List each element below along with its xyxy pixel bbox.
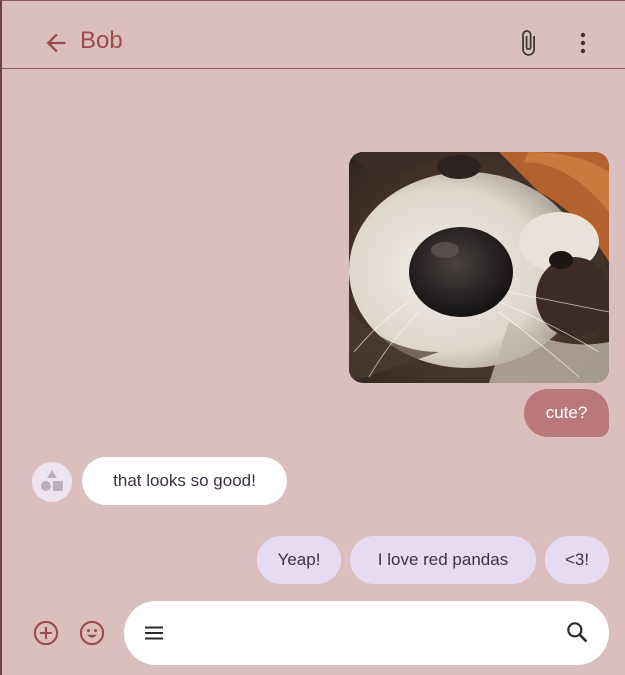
message-bubble-outgoing[interactable]: cute? — [524, 389, 609, 437]
attach-button[interactable] — [514, 29, 542, 57]
paperclip-icon — [522, 30, 535, 56]
message-bubble-outgoing[interactable]: Yeap! — [257, 536, 341, 584]
more-vert-icon — [580, 32, 586, 54]
more-options-button[interactable] — [571, 30, 595, 56]
message-input[interactable] — [124, 601, 609, 665]
emoji-icon — [79, 620, 105, 646]
message-bubble-incoming[interactable]: that looks so good! — [82, 457, 287, 505]
menu-button[interactable] — [142, 621, 166, 645]
sent-photo[interactable] — [349, 152, 609, 383]
avatar — [32, 462, 72, 502]
search-icon — [567, 622, 587, 642]
chat-window: Bob cute? that looks so good! Yeap! I lo… — [0, 0, 625, 675]
contact-name: Bob — [80, 27, 123, 54]
menu-icon — [145, 626, 163, 640]
message-bubble-outgoing[interactable]: I love red pandas — [350, 536, 536, 584]
add-circle-icon — [33, 620, 59, 646]
search-button[interactable] — [564, 619, 590, 645]
add-attachment-button[interactable] — [32, 619, 60, 647]
red-panda-photo — [349, 152, 609, 383]
message-bubble-outgoing[interactable]: <3! — [545, 536, 609, 584]
back-button[interactable] — [42, 29, 70, 57]
emoji-button[interactable] — [78, 619, 106, 647]
top-app-bar: Bob — [2, 1, 625, 69]
shapes-avatar-icon — [41, 470, 63, 491]
arrow-back-icon — [46, 33, 66, 53]
